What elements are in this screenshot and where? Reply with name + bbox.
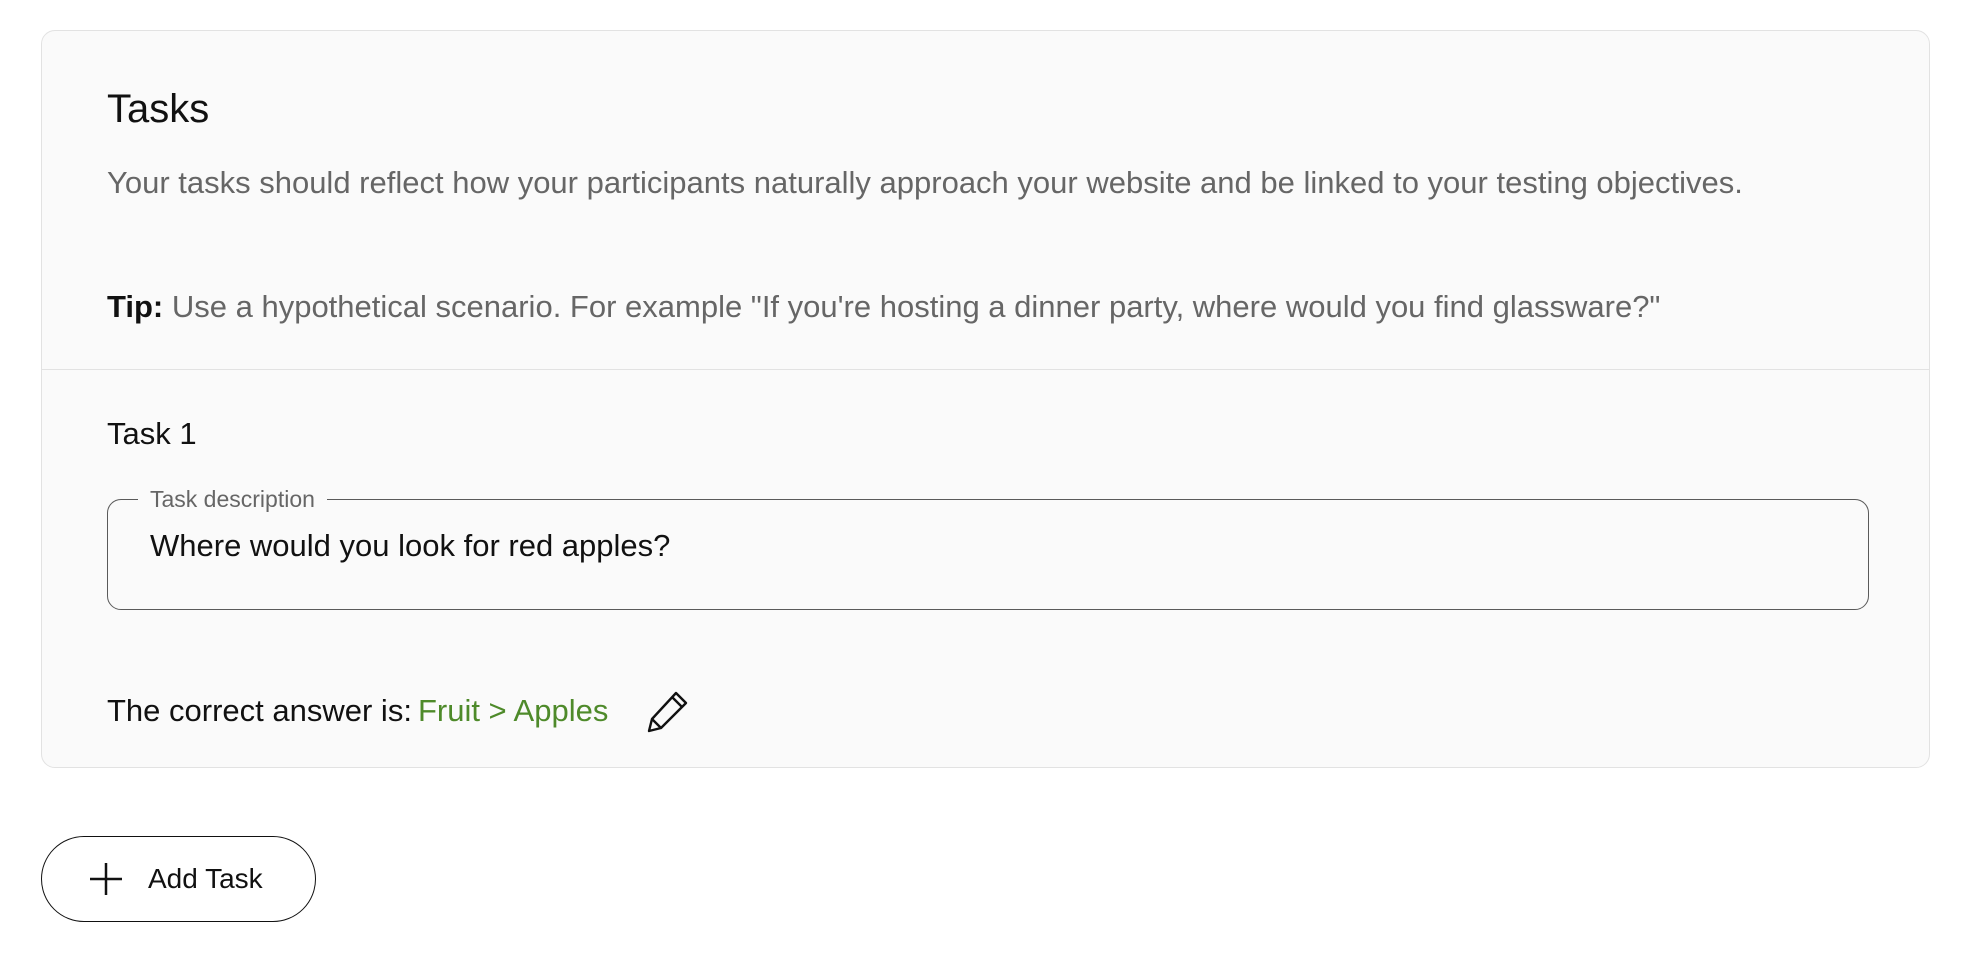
tasks-tip: Tip: Use a hypothetical scenario. For ex… (107, 282, 1887, 331)
correct-answer-value: Fruit > Apples (417, 693, 609, 728)
edit-answer-button[interactable] (644, 687, 692, 735)
tip-label: Tip: (107, 289, 164, 324)
task-heading: Task 1 (107, 416, 197, 451)
task-description-input[interactable] (150, 528, 1826, 564)
correct-answer-label: The correct answer is: (107, 693, 412, 728)
tip-text: Use a hypothetical scenario. For example… (163, 289, 1661, 324)
task-description-field: Task description (107, 486, 1869, 610)
add-task-button[interactable]: Add Task (41, 836, 316, 922)
pencil-icon (648, 691, 688, 733)
tasks-intro: Tasks Your tasks should reflect how your… (42, 31, 1929, 370)
add-task-label: Add Task (148, 863, 263, 894)
tasks-description: Your tasks should reflect how your parti… (107, 165, 1743, 200)
task-description-label: Task description (150, 486, 315, 512)
correct-answer-row: The correct answer is: Fruit > Apples (107, 687, 692, 735)
tasks-card: Tasks Your tasks should reflect how your… (41, 30, 1930, 768)
tasks-title: Tasks (107, 87, 210, 131)
plus-icon (88, 861, 124, 897)
